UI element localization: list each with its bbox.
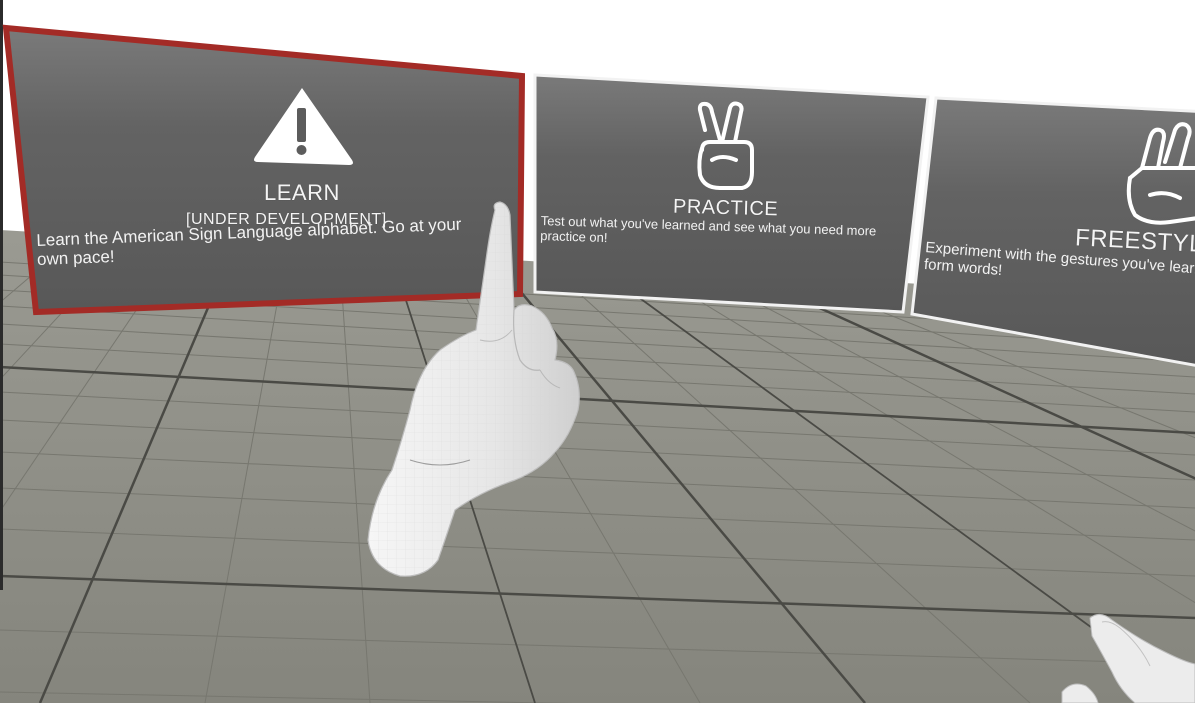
other-hand xyxy=(1061,614,1195,703)
vr-scene: LEARN [UNDER DEVELOPMENT] Learn the Amer… xyxy=(0,0,1195,703)
